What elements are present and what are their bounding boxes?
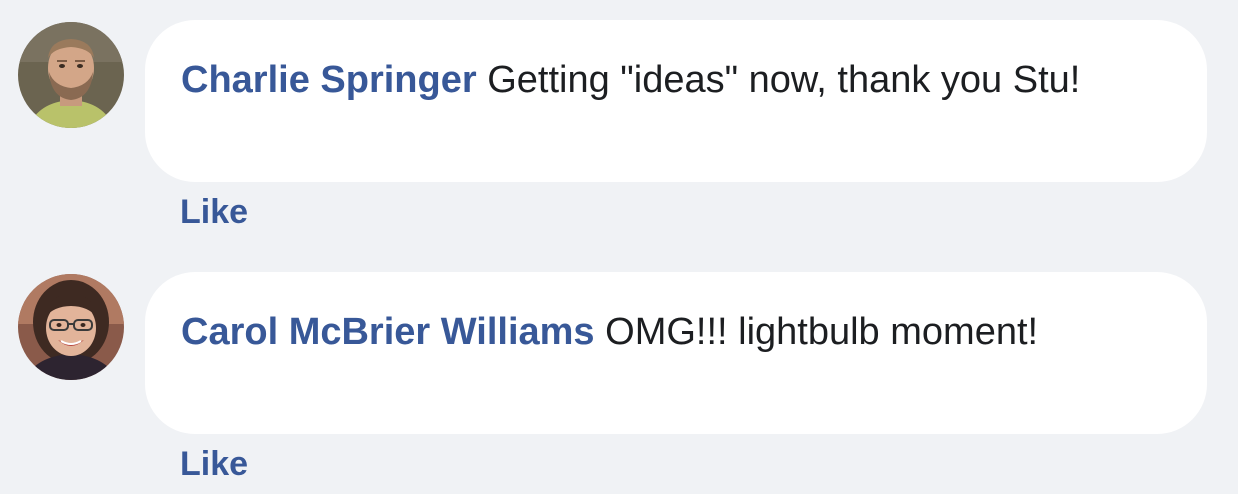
profile-photo-icon [18, 274, 124, 380]
comment-text: OMG!!! lightbulb moment! [605, 311, 1039, 353]
like-button[interactable]: Like [180, 444, 248, 484]
comment-author-link[interactable]: Charlie Springer [181, 59, 477, 101]
comment-body: Charlie Springer Getting "ideas" now, th… [181, 53, 1171, 107]
avatar[interactable] [18, 22, 124, 128]
profile-photo-icon [18, 22, 124, 128]
comment-author-link[interactable]: Carol McBrier Williams [181, 311, 595, 353]
comment-bubble: Carol McBrier Williams OMG!!! lightbulb … [145, 272, 1207, 434]
comment-body: Carol McBrier Williams OMG!!! lightbulb … [181, 305, 1171, 359]
avatar[interactable] [18, 274, 124, 380]
like-button[interactable]: Like [180, 192, 248, 232]
comment-bubble: Charlie Springer Getting "ideas" now, th… [145, 20, 1207, 182]
comment-text: Getting "ideas" now, thank you Stu! [487, 59, 1081, 101]
